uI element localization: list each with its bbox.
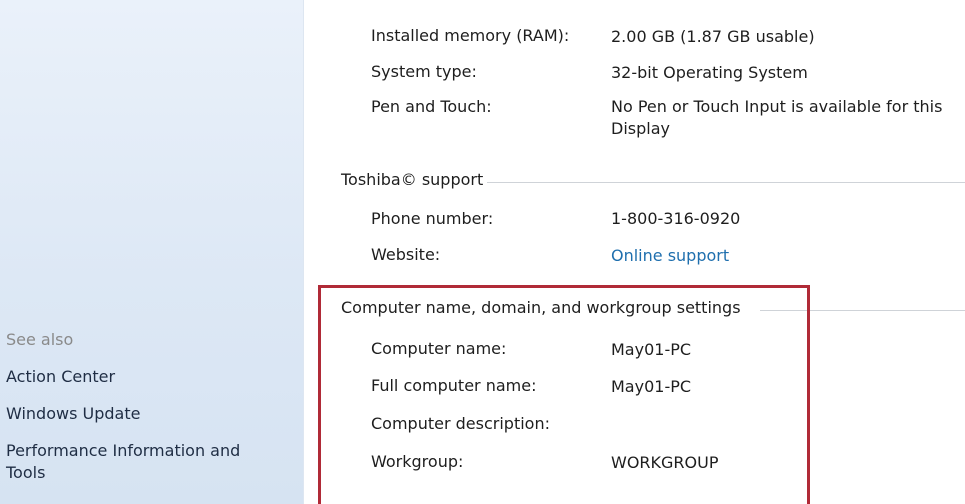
toshiba-support-heading: Toshiba© support <box>341 170 488 189</box>
pen-and-touch-label: Pen and Touch: <box>371 97 492 116</box>
online-support-link[interactable]: Online support <box>611 245 729 267</box>
see-also-heading: See also <box>6 330 74 349</box>
system-type-value: 32-bit Operating System <box>611 63 808 82</box>
highlight-box <box>318 285 810 504</box>
left-navigation-pane: See also Action Center Windows Update Pe… <box>0 0 303 504</box>
installed-memory-label: Installed memory (RAM): <box>371 26 570 45</box>
pen-and-touch-value: No Pen or Touch Input is available for t… <box>611 97 943 138</box>
website-label: Website: <box>371 245 441 264</box>
action-center-link[interactable]: Action Center <box>6 366 115 388</box>
installed-memory-value: 2.00 GB (1.87 GB usable) <box>611 27 815 46</box>
performance-information-link[interactable]: Performance Information and Tools <box>6 440 276 484</box>
phone-number-label: Phone number: <box>371 209 494 228</box>
phone-number-value: 1-800-316-0920 <box>611 209 741 228</box>
system-type-label: System type: <box>371 62 477 81</box>
sidebar-divider <box>303 0 304 504</box>
windows-update-link[interactable]: Windows Update <box>6 403 140 425</box>
toshiba-support-divider <box>480 182 965 183</box>
